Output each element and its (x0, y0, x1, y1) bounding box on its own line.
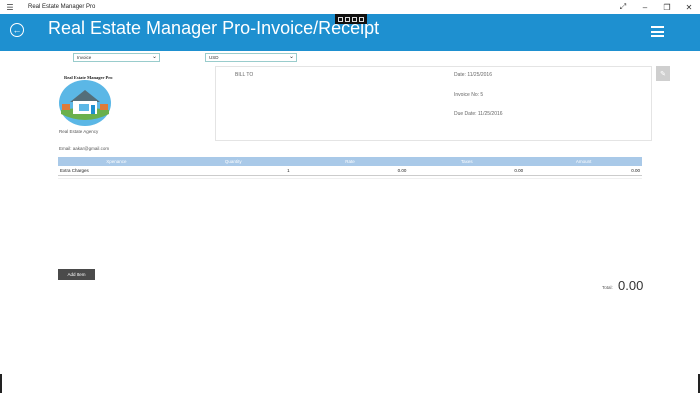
hamburger-icon[interactable]: ☰ (2, 3, 18, 12)
scroll-edge (0, 374, 2, 393)
minimize-icon[interactable]: – (634, 0, 656, 14)
column-header: Xpenance (106, 159, 127, 164)
bill-to-box[interactable] (215, 66, 652, 141)
currency-label: Select Currency: (164, 54, 201, 60)
currency-select[interactable]: USD ⌄ (205, 53, 297, 62)
restore-icon[interactable]: ❐ (656, 0, 678, 14)
back-arrow-icon[interactable]: ← (10, 23, 24, 37)
toolbar-icon[interactable] (345, 16, 350, 22)
invoice-type-label: Select Invoice Type: (4, 54, 49, 60)
total-label: Total: (602, 285, 613, 290)
column-header: Rate (345, 159, 355, 164)
filters-row: Select Invoice Type: Invoice ⌄ Select Cu… (0, 52, 700, 64)
toolbar-icon[interactable] (352, 16, 357, 22)
column-header: Amount (575, 159, 592, 164)
table-header: Xpenance Quantity Rate Taxes Amount (58, 157, 642, 166)
table-row[interactable]: Extra Charges 1 0.00 0.00 0.00 (58, 166, 642, 176)
divider (58, 178, 642, 179)
company-email: Email: aakar@gmail.com (59, 146, 110, 151)
currency-value: USD (209, 55, 219, 60)
pin-icon[interactable]: ✎ (656, 66, 670, 81)
table-cell[interactable]: Extra Charges (58, 166, 175, 175)
column-header: Quantity (224, 159, 242, 164)
table-cell[interactable]: 0.00 (408, 166, 525, 175)
company-logo (59, 80, 111, 126)
agency-name: Real Estate Agency (59, 129, 99, 134)
page-title: Real Estate Manager Pro-Invoice/Receipt (48, 18, 380, 38)
hamburger-icon[interactable] (651, 26, 664, 37)
window-title: Real Estate Manager Pro (28, 4, 96, 10)
due-date: Due Date: 11/25/2016 (454, 111, 503, 117)
close-icon[interactable]: ✕ (678, 0, 700, 14)
chevron-down-icon: ⌄ (288, 54, 294, 60)
add-item-button[interactable]: Add Item (58, 269, 95, 280)
toolbar-icon[interactable] (359, 16, 364, 22)
invoice-type-value: Invoice (77, 55, 92, 60)
table-cell[interactable]: 0.00 (292, 166, 409, 175)
app-header: ← Real Estate Manager Pro-Invoice/Receip… (0, 14, 700, 62)
invoice-type-select[interactable]: Invoice ⌄ (73, 53, 160, 62)
chevron-down-icon: ⌄ (151, 54, 157, 60)
toolbar-icon[interactable] (338, 16, 343, 22)
window-titlebar: ☰ Real Estate Manager Pro ⤢ – ❐ ✕ (0, 0, 700, 14)
column-header: Taxes (460, 159, 473, 164)
total-value: 0.00 (618, 278, 644, 293)
expand-icon[interactable]: ⤢ (612, 0, 634, 14)
window-controls: ⤢ – ❐ ✕ (612, 0, 700, 14)
table-cell[interactable]: 1 (175, 166, 292, 175)
table-cell[interactable]: 0.00 (525, 166, 642, 175)
debug-toolbar[interactable] (335, 14, 367, 24)
invoice-number: Invoice No: 5 (454, 92, 484, 98)
bill-to-label: BILL TO (235, 72, 254, 78)
items-table: Xpenance Quantity Rate Taxes Amount Extr… (58, 157, 642, 176)
invoice-date: Date: 11/25/2016 (454, 72, 492, 78)
